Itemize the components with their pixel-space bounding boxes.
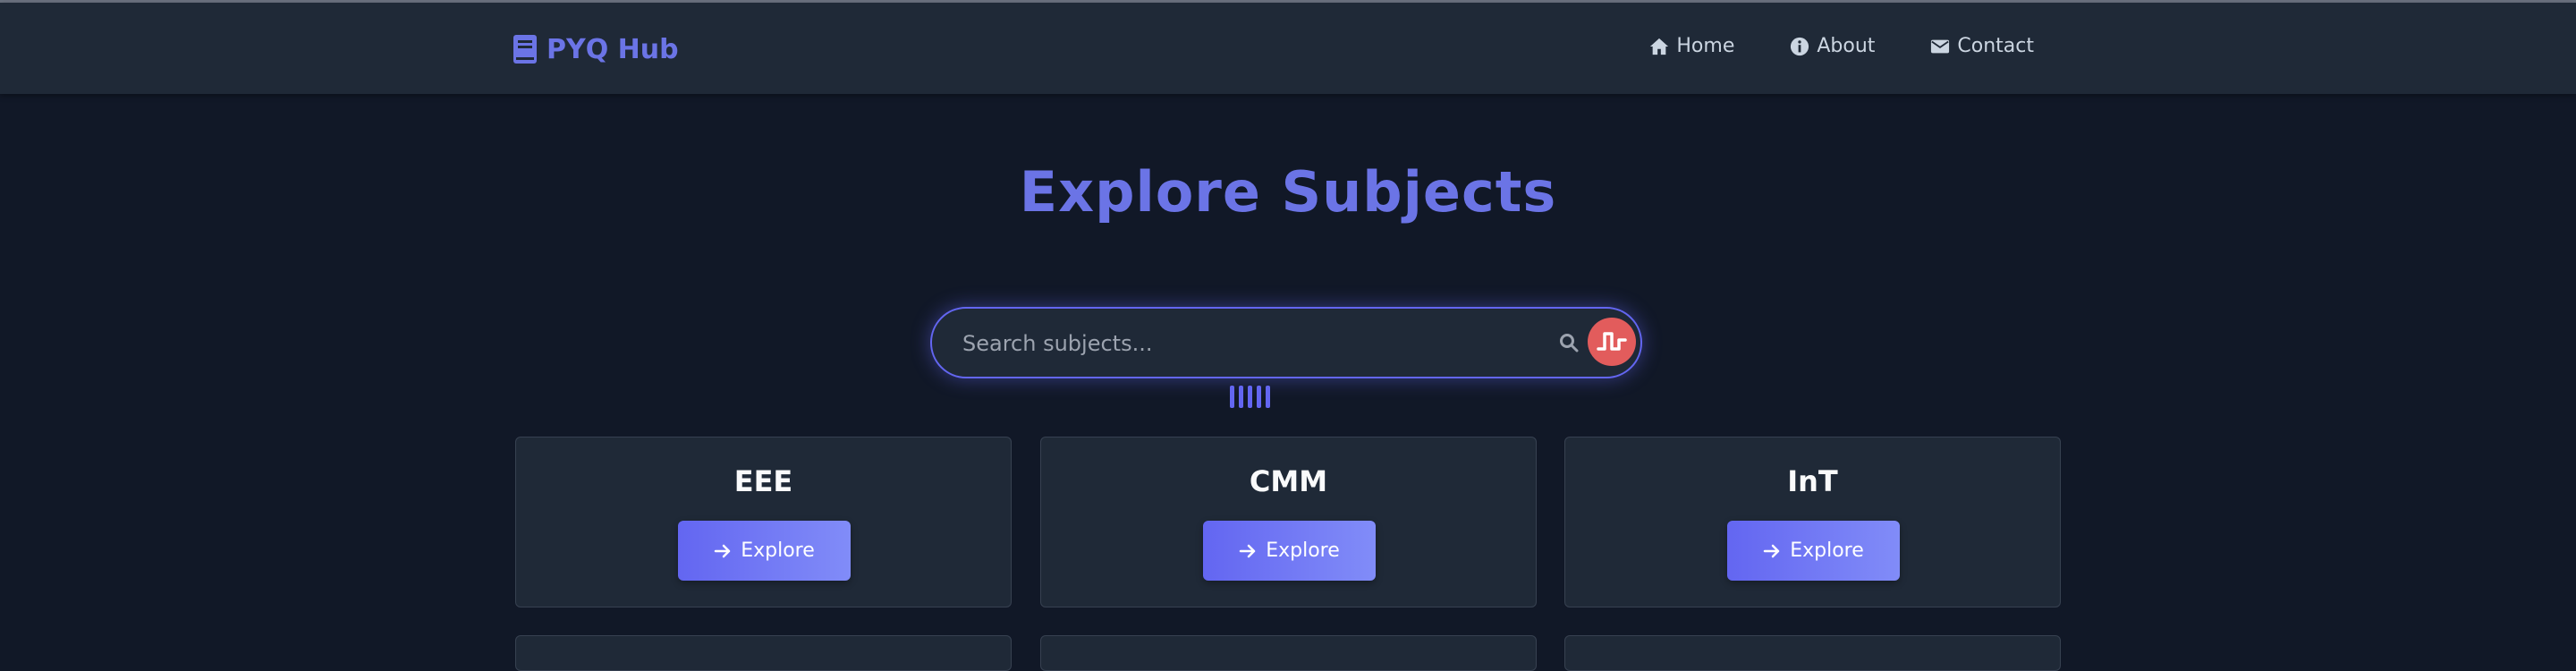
voice-search-button[interactable] bbox=[1588, 318, 1636, 366]
subject-title: EEE bbox=[733, 464, 793, 498]
nav-contact-link[interactable]: Contact bbox=[1930, 35, 2034, 57]
explore-label: Explore bbox=[1790, 539, 1864, 562]
subject-card-partial bbox=[515, 635, 1012, 671]
subject-card-partial bbox=[1564, 635, 2061, 671]
explore-label: Explore bbox=[1266, 539, 1340, 562]
home-icon bbox=[1650, 38, 1669, 55]
brand-logo[interactable]: PYQ Hub bbox=[513, 31, 679, 67]
nav-home-label: Home bbox=[1676, 35, 1735, 57]
page-title: Explore Subjects bbox=[1019, 159, 1557, 225]
nav-about-label: About bbox=[1817, 35, 1876, 57]
audio-bar bbox=[1230, 386, 1234, 408]
search-bar bbox=[930, 307, 1642, 378]
audio-bar bbox=[1257, 386, 1261, 408]
envelope-icon bbox=[1931, 39, 1950, 53]
audio-bar bbox=[1266, 386, 1270, 408]
arrow-right-icon bbox=[714, 544, 731, 557]
audio-level-indicator bbox=[1230, 386, 1270, 408]
subject-card-cmm: CMM Explore bbox=[1040, 437, 1537, 607]
book-icon bbox=[513, 35, 537, 64]
explore-button-cmm[interactable]: Explore bbox=[1203, 521, 1376, 581]
arrow-right-icon bbox=[1763, 544, 1780, 557]
nav-links: Home About Contact bbox=[1649, 35, 2034, 57]
nav-about-link[interactable]: About bbox=[1790, 35, 1875, 57]
search-input[interactable] bbox=[961, 309, 1572, 378]
nav-contact-label: Contact bbox=[1957, 35, 2034, 57]
subject-title: CMM bbox=[1249, 464, 1328, 498]
waveform-icon bbox=[1597, 332, 1627, 351]
info-icon bbox=[1791, 37, 1809, 55]
nav-home-link[interactable]: Home bbox=[1649, 35, 1734, 57]
explore-label: Explore bbox=[741, 539, 815, 562]
search-icon[interactable] bbox=[1558, 332, 1580, 353]
subject-card-partial bbox=[1040, 635, 1537, 671]
subject-title: InT bbox=[1787, 464, 1838, 498]
subject-card-eee: EEE Explore bbox=[515, 437, 1012, 607]
explore-button-eee[interactable]: Explore bbox=[678, 521, 851, 581]
subject-card-int: InT Explore bbox=[1564, 437, 2061, 607]
brand-name: PYQ Hub bbox=[547, 33, 679, 65]
navbar: PYQ Hub Home About Contact bbox=[0, 3, 2576, 94]
arrow-right-icon bbox=[1239, 544, 1256, 557]
audio-bar bbox=[1248, 386, 1252, 408]
audio-bar bbox=[1239, 386, 1243, 408]
explore-button-int[interactable]: Explore bbox=[1727, 521, 1900, 581]
